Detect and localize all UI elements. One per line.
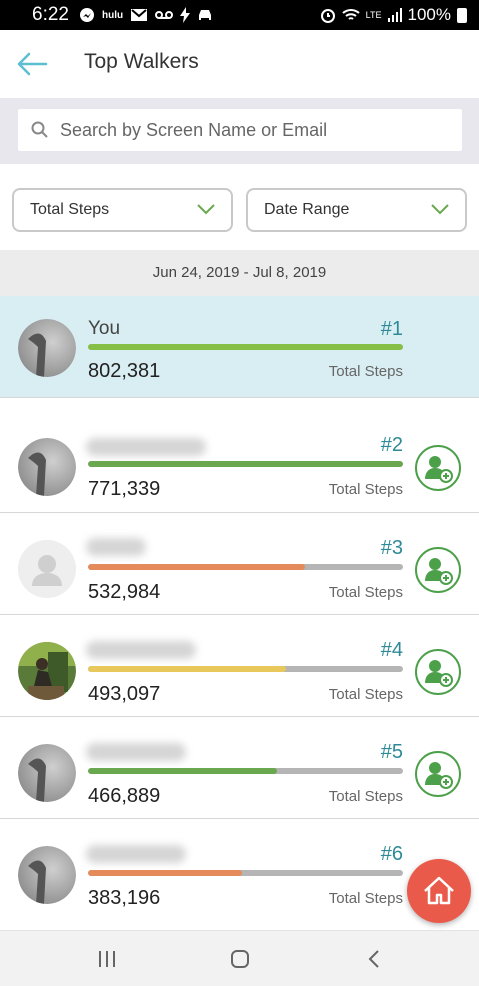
steps-label: Total Steps (328, 584, 403, 601)
progress-fill (88, 666, 287, 672)
obscured-name (86, 538, 146, 556)
date-range-text: Jun 24, 2019 - Jul 8, 2019 (152, 264, 327, 281)
obscured-name (86, 845, 186, 863)
status-right: LTE 100% (320, 5, 467, 25)
steps-label: Total Steps (328, 890, 403, 907)
progress-fill (88, 768, 277, 774)
voicemail-icon (155, 11, 174, 19)
metric-dropdown-label: Total Steps (30, 201, 110, 218)
leader-steps: 383,196 (88, 887, 161, 909)
add-friend-button[interactable] (415, 649, 461, 695)
progress-fill (88, 564, 306, 570)
leader-rank: #1 (380, 318, 403, 340)
avatar (18, 540, 76, 598)
progress-bar (88, 564, 403, 570)
obscured-name (86, 438, 206, 456)
battery-icon (457, 7, 467, 23)
back-arrow-icon[interactable] (16, 50, 48, 78)
leader-rank: #4 (380, 639, 403, 661)
leader-steps: 493,097 (88, 683, 161, 705)
leaderboard-list: You #1 802,381 Total Steps #2 771,339 To… (0, 296, 479, 929)
add-user-icon (425, 456, 453, 483)
leader-rank: #6 (380, 843, 403, 865)
avatar (18, 642, 76, 700)
progress-bar (88, 870, 403, 876)
chevron-down-icon (197, 204, 215, 215)
avatar (18, 846, 76, 904)
search-box[interactable] (18, 109, 462, 151)
network-type: LTE (365, 10, 382, 20)
progress-bar (88, 344, 403, 350)
battery-percent: 100% (407, 5, 451, 24)
steps-label: Total Steps (328, 788, 403, 805)
gmail-icon (131, 9, 148, 21)
add-user-icon (425, 660, 453, 687)
back-icon[interactable] (363, 947, 387, 971)
leaderboard-row-self[interactable]: You #1 802,381 Total Steps (0, 296, 479, 398)
progress-bar (88, 461, 403, 467)
car-icon (199, 10, 212, 20)
status-time: 6:22 (32, 4, 69, 25)
leaderboard-row[interactable]: #2 771,339 Total Steps (0, 398, 479, 513)
add-friend-button[interactable] (415, 445, 461, 491)
chevron-down-icon (431, 204, 449, 215)
leader-steps: 802,381 (88, 360, 161, 382)
steps-label: Total Steps (328, 481, 403, 498)
leaderboard-row[interactable]: #4 493,097 Total Steps (0, 615, 479, 717)
leader-rank: #2 (380, 434, 403, 456)
date-range-banner: Jun 24, 2019 - Jul 8, 2019 (0, 250, 479, 296)
leader-rank: #5 (380, 741, 403, 763)
flash-icon (180, 7, 191, 23)
home-button-icon[interactable] (228, 947, 252, 971)
steps-label: Total Steps (328, 363, 403, 380)
signal-icon (387, 8, 402, 22)
page-title: Top Walkers (84, 50, 199, 73)
leader-steps: 466,889 (88, 785, 161, 807)
leader-steps: 532,984 (88, 581, 161, 603)
system-nav-bar (0, 930, 479, 986)
steps-label: Total Steps (328, 686, 403, 703)
avatar (18, 438, 76, 496)
notification-icons: hulu (79, 7, 213, 23)
filters: Total Steps Date Range (0, 164, 479, 250)
recent-apps-icon[interactable] (95, 947, 119, 971)
obscured-name (86, 641, 196, 659)
hulu-icon: hulu (101, 9, 124, 21)
obscured-name (86, 743, 186, 761)
search-icon (31, 121, 48, 138)
metric-dropdown[interactable]: Total Steps (12, 188, 233, 232)
status-bar: 6:22 hulu LTE 100% (0, 0, 479, 30)
date-range-dropdown[interactable]: Date Range (246, 188, 467, 232)
wifi-icon (342, 9, 360, 20)
progress-bar (88, 768, 403, 774)
leader-rank: #3 (380, 537, 403, 559)
leaderboard-row[interactable]: #5 466,889 Total Steps (0, 717, 479, 819)
add-user-icon (425, 762, 453, 789)
avatar (18, 319, 76, 377)
progress-bar (88, 666, 403, 672)
home-fab-button[interactable] (407, 859, 471, 923)
add-friend-button[interactable] (415, 751, 461, 797)
messenger-icon (79, 8, 94, 22)
search-input[interactable] (60, 119, 462, 141)
add-user-icon (425, 558, 453, 585)
home-icon (424, 876, 454, 905)
avatar (18, 744, 76, 802)
leader-name: You (88, 318, 121, 339)
search-area (0, 98, 479, 164)
date-range-dropdown-label: Date Range (264, 201, 350, 218)
progress-fill (88, 344, 403, 350)
alarm-icon (320, 9, 335, 23)
progress-fill (88, 870, 243, 876)
leader-steps: 771,339 (88, 478, 161, 500)
leaderboard-row[interactable]: #3 532,984 Total Steps (0, 513, 479, 615)
app-bar: Top Walkers (0, 30, 479, 98)
progress-fill (88, 461, 403, 467)
add-friend-button[interactable] (415, 547, 461, 593)
